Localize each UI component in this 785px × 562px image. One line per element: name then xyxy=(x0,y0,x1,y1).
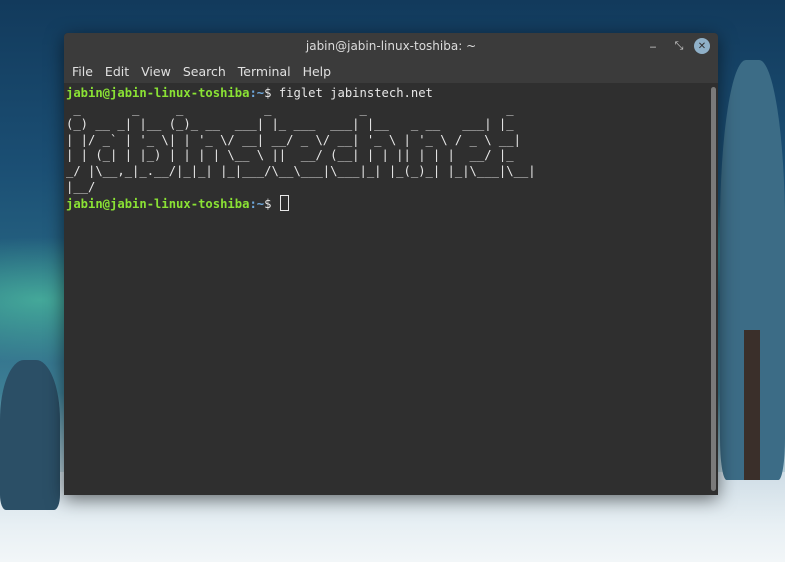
prompt-user-host: jabin@jabin-linux-toshiba xyxy=(66,197,250,212)
menu-edit[interactable]: Edit xyxy=(99,64,135,79)
wallpaper-tree xyxy=(0,360,60,510)
menu-terminal[interactable]: Terminal xyxy=(232,64,297,79)
menu-help[interactable]: Help xyxy=(297,64,338,79)
command-text: figlet jabinstech.net xyxy=(278,86,433,100)
close-button[interactable]: ✕ xyxy=(694,38,710,54)
scrollbar-thumb[interactable] xyxy=(711,87,716,491)
prompt-user-host: jabin@jabin-linux-toshiba xyxy=(66,86,250,100)
menu-search[interactable]: Search xyxy=(177,64,232,79)
scrollbar[interactable] xyxy=(708,83,718,495)
prompt-path: :~ xyxy=(249,86,265,100)
prompt-symbol: $ xyxy=(264,86,279,100)
terminal-area[interactable]: jabin@jabin-linux-toshiba:~$ figlet jabi… xyxy=(64,83,708,495)
menubar: File Edit View Search Terminal Help xyxy=(64,59,718,83)
terminal-window: jabin@jabin-linux-toshiba: ~ ‒ ⤡ ✕ File … xyxy=(64,33,718,495)
prompt-symbol: $ xyxy=(264,197,279,212)
prompt-line: jabin@jabin-linux-toshiba:~$ xyxy=(66,195,708,213)
menu-view[interactable]: View xyxy=(135,64,177,79)
text-cursor xyxy=(279,195,289,212)
figlet-output: _ _ _ _ _ _ (_) __ _| |__ (_)_ __ ___| |… xyxy=(66,101,536,194)
window-controls: ‒ ⤡ ✕ xyxy=(638,33,710,59)
maximize-button[interactable]: ⤡ xyxy=(668,37,690,55)
wallpaper-trunk xyxy=(744,330,760,480)
command-line: jabin@jabin-linux-toshiba:~$ figlet jabi… xyxy=(66,86,708,102)
minimize-button[interactable]: ‒ xyxy=(642,37,664,55)
prompt-path: :~ xyxy=(249,197,265,212)
window-title: jabin@jabin-linux-toshiba: ~ xyxy=(305,39,477,53)
titlebar[interactable]: jabin@jabin-linux-toshiba: ~ ‒ ⤡ ✕ xyxy=(64,33,718,59)
menu-file[interactable]: File xyxy=(66,64,99,79)
